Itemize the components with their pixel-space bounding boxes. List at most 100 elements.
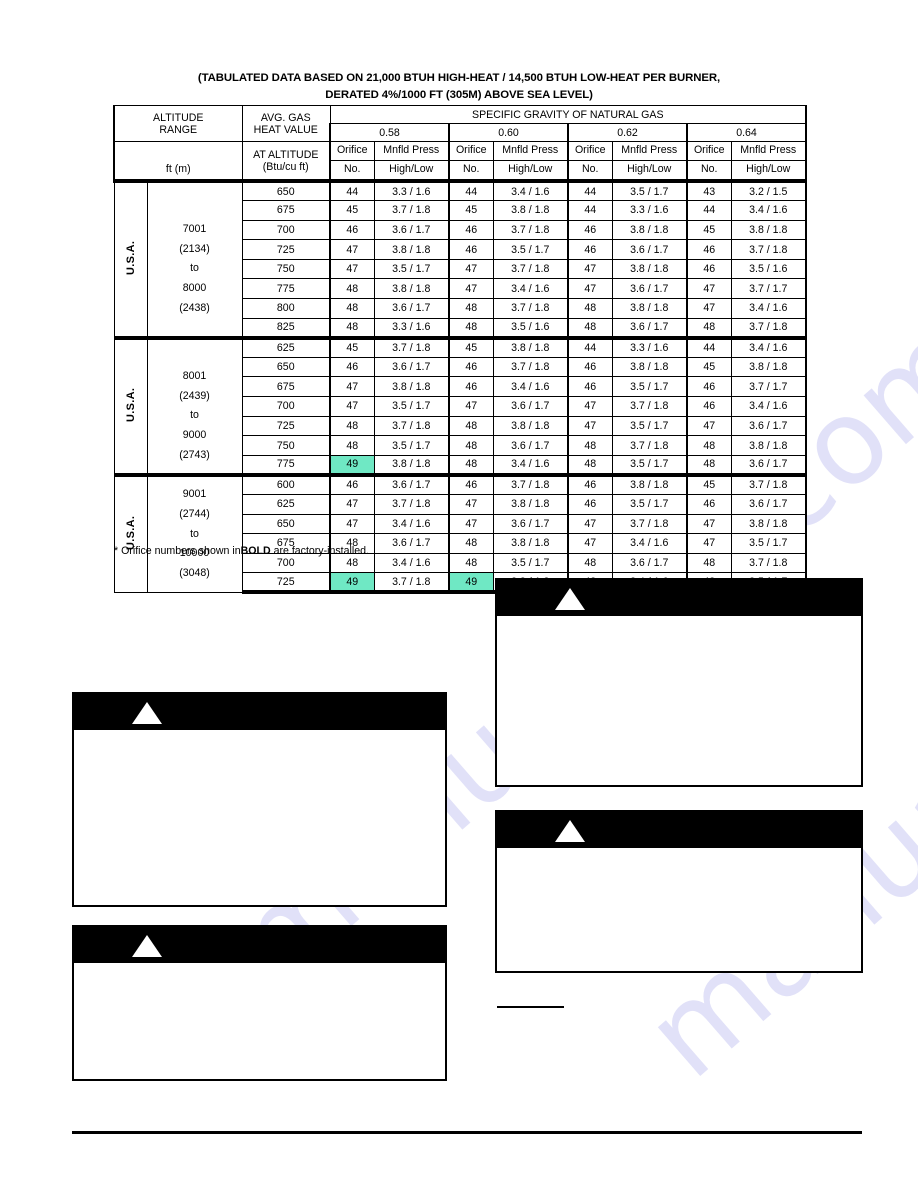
header-orifice-060: Orifice bbox=[448, 141, 494, 161]
orifice-number-cell: 47 bbox=[448, 513, 494, 535]
orifice-number-cell: 47 bbox=[448, 258, 494, 280]
orifice-number-cell: 46 bbox=[448, 472, 494, 495]
orifice-number-cell: 48 bbox=[329, 435, 375, 456]
header-orifice-no-062: No. bbox=[567, 160, 613, 182]
orifice-number-cell: 48 bbox=[448, 435, 494, 456]
altitude-range-line: 7001 bbox=[182, 223, 207, 236]
orifice-number-cell: 47 bbox=[567, 533, 613, 554]
manifold-pressure-cell: 3.8 / 1.8 bbox=[611, 356, 688, 378]
table-header: ALTITUDE RANGE AVG. GAS HEAT VALUE SPECI… bbox=[113, 105, 808, 182]
altitude-range-line: 9000 bbox=[182, 428, 207, 441]
heat-value-cell: 825 bbox=[241, 317, 331, 340]
heat-value-cell: 650 bbox=[241, 179, 331, 202]
altitude-range-line: (2438) bbox=[179, 301, 210, 314]
orifice-number-cell: 48 bbox=[448, 552, 494, 574]
heat-value-cell: 725 bbox=[241, 572, 331, 595]
orifice-number-cell: 46 bbox=[567, 219, 613, 241]
orifice-number-cell: 48 bbox=[567, 317, 613, 340]
manifold-pressure-cell: 3.5 / 1.7 bbox=[373, 435, 450, 456]
header-mnfld-058: Mnfld Press bbox=[373, 141, 450, 161]
section-divider-rule bbox=[497, 1006, 564, 1008]
footnote-prefix: * Orifice numbers shown in bbox=[114, 545, 241, 557]
header-orifice-058: Orifice bbox=[329, 141, 375, 161]
warning-box-right-2 bbox=[495, 810, 863, 973]
manifold-pressure-cell: 3.6 / 1.7 bbox=[373, 298, 450, 319]
manifold-pressure-cell: 3.5 / 1.6 bbox=[492, 317, 569, 340]
orifice-number-cell: 47 bbox=[686, 533, 732, 554]
heat-value-cell: 675 bbox=[241, 376, 331, 398]
orifice-number-cell: 49 bbox=[329, 454, 375, 477]
header-orifice-062: Orifice bbox=[567, 141, 613, 161]
warning-box-left-2 bbox=[72, 925, 447, 1081]
heat-value-cell: 725 bbox=[241, 239, 331, 260]
altitude-range-cell: 8001 (2439) to 9000 (2743) bbox=[146, 335, 243, 476]
orifice-number-cell: 47 bbox=[567, 415, 613, 437]
orifice-number-cell: 46 bbox=[686, 376, 732, 398]
orifice-number-cell: 47 bbox=[329, 494, 375, 515]
heat-value-cell: 775 bbox=[241, 454, 331, 477]
orifice-number-cell: 46 bbox=[686, 239, 732, 260]
orifice-number-cell: 48 bbox=[686, 317, 732, 340]
orifice-number-cell: 48 bbox=[329, 317, 375, 340]
manifold-pressure-cell: 3.8 / 1.8 bbox=[611, 219, 688, 241]
manifold-pressure-cell: 3.6 / 1.7 bbox=[373, 219, 450, 241]
warning-body bbox=[74, 963, 445, 1079]
orifice-number-cell: 47 bbox=[329, 376, 375, 398]
country-cell: U.S.A. bbox=[113, 472, 148, 593]
header-specific-gravity: SPECIFIC GRAVITY OF NATURAL GAS bbox=[329, 105, 808, 124]
manifold-pressure-cell: 3.8 / 1.8 bbox=[373, 376, 450, 398]
country-cell: U.S.A. bbox=[113, 335, 148, 476]
manifold-pressure-cell: 3.8 / 1.8 bbox=[492, 494, 569, 515]
orifice-number-cell: 46 bbox=[448, 219, 494, 241]
orifice-number-cell: 46 bbox=[686, 494, 732, 515]
altitude-range-line: 9001 bbox=[182, 488, 207, 501]
heat-value-cell: 775 bbox=[241, 278, 331, 300]
manifold-pressure-cell: 3.5 / 1.7 bbox=[611, 376, 688, 398]
header-highlow-062: High/Low bbox=[611, 160, 688, 182]
altitude-range-cell: 9001 (2744) to 10000 (3048) bbox=[146, 472, 243, 593]
orifice-number-cell: 46 bbox=[567, 239, 613, 260]
header-gravity-058: 0.58 bbox=[329, 123, 450, 142]
orifice-number-cell: 48 bbox=[448, 317, 494, 340]
warning-box-right-1 bbox=[495, 578, 863, 787]
footnote-bold-word: BOLD bbox=[240, 545, 271, 557]
orifice-number-cell: 44 bbox=[329, 179, 375, 202]
manifold-pressure-cell: 3.6 / 1.7 bbox=[373, 472, 450, 495]
manifold-pressure-cell: 3.6 / 1.7 bbox=[730, 415, 808, 437]
orifice-number-cell: 47 bbox=[686, 298, 732, 319]
warning-body bbox=[497, 616, 861, 785]
header-avggas-line1: AVG. GAS bbox=[260, 111, 311, 124]
heat-value-cell: 650 bbox=[241, 356, 331, 378]
manifold-pressure-cell: 3.6 / 1.7 bbox=[730, 454, 808, 477]
orifice-number-cell: 48 bbox=[329, 298, 375, 319]
manifold-pressure-cell: 3.5 / 1.7 bbox=[373, 396, 450, 417]
manifold-pressure-cell: 3.8 / 1.8 bbox=[611, 258, 688, 280]
manifold-pressure-cell: 3.5 / 1.7 bbox=[492, 552, 569, 574]
heat-value-cell: 625 bbox=[241, 335, 331, 358]
manifold-pressure-cell: 3.5 / 1.7 bbox=[611, 179, 688, 202]
manifold-pressure-cell: 3.7 / 1.7 bbox=[730, 278, 808, 300]
orifice-number-cell: 47 bbox=[567, 258, 613, 280]
header-orifice-no-064: No. bbox=[686, 160, 732, 182]
table-caption-line2: DERATED 4%/1000 FT (305M) ABOVE SEA LEVE… bbox=[325, 89, 593, 101]
manifold-pressure-cell: 3.8 / 1.8 bbox=[730, 356, 808, 378]
orifice-number-cell: 44 bbox=[686, 200, 732, 221]
manifold-pressure-cell: 3.4 / 1.6 bbox=[730, 200, 808, 221]
header-altitude-line1: ALTITUDE bbox=[153, 111, 204, 124]
orifice-number-cell: 48 bbox=[567, 435, 613, 456]
header-orifice-064: Orifice bbox=[686, 141, 732, 161]
heat-value-cell: 725 bbox=[241, 415, 331, 437]
manifold-pressure-cell: 3.7 / 1.7 bbox=[730, 376, 808, 398]
orifice-number-cell: 44 bbox=[567, 200, 613, 221]
heat-value-cell: 600 bbox=[241, 472, 331, 495]
country-label: U.S.A. bbox=[124, 388, 137, 423]
orifice-number-cell: 46 bbox=[448, 356, 494, 378]
altitude-range-line: (2439) bbox=[179, 389, 210, 402]
manifold-pressure-cell: 3.8 / 1.8 bbox=[492, 335, 569, 358]
orifice-number-cell: 47 bbox=[567, 513, 613, 535]
heat-value-cell: 675 bbox=[241, 200, 331, 221]
header-gravity-062: 0.62 bbox=[567, 123, 688, 142]
orifice-number-cell: 45 bbox=[329, 335, 375, 358]
manifold-pressure-cell: 3.7 / 1.8 bbox=[492, 356, 569, 378]
header-avggas-unit: AT ALTITUDE (Btu/cu ft) bbox=[241, 141, 331, 182]
